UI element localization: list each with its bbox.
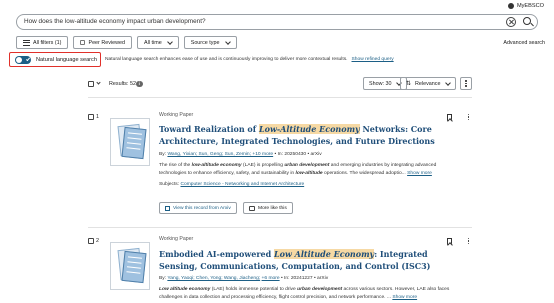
chevron-down-icon [224,38,231,45]
natural-language-label: Natural language search [36,56,97,63]
publication-type: Working Paper [159,112,194,118]
check-icon [25,56,31,61]
myebsco-account[interactable]: MyEBSCO [507,3,544,9]
result-byline: By: Yang, Yaoqi; Chen, Yong; Wang, Jiach… [159,276,329,281]
result-abstract: The rise of the low-altitude economy (LA… [159,163,437,176]
result-checkbox[interactable] [88,114,94,120]
divider [88,97,472,98]
result-thumbnail[interactable] [110,242,150,290]
select-all-checkbox[interactable] [88,81,94,87]
results-toolbar: Results: 52 i Show: 30 ⇅ Relevance [88,77,472,91]
divider [88,227,472,228]
chevron-down-icon[interactable] [96,80,101,85]
natural-language-toggle[interactable] [15,55,31,64]
bookmark-icon[interactable] [447,114,452,121]
info-icon[interactable]: i [136,80,143,87]
view-record-button[interactable]: View this record from Arxiv [159,202,237,214]
myebsco-label: MyEBSCO [516,3,544,9]
search-query-text[interactable]: How does the low-altitude economy impact… [24,18,206,25]
result-thumbnail[interactable] [110,118,150,166]
peer-reviewed-toggle[interactable]: Peer Reviewed [73,36,133,49]
bookmark-icon[interactable] [447,238,452,245]
results-more-options-button[interactable] [460,77,472,90]
result-more-options-icon[interactable] [467,238,469,245]
more-like-this-button[interactable]: More like this [243,202,293,214]
filter-sliders-icon [23,39,30,46]
authors-link[interactable]: Wang, Yixian; Sun, Geng; Sun, Zemin; +10… [167,152,273,157]
publication-type: Working Paper [159,236,194,242]
result-number: 1 [96,113,99,120]
result-item: 2 Working Paper Embodied AI-empowered Lo… [88,236,472,303]
result-subjects: Subjects: Computer Science - Networking … [159,182,305,187]
natural-language-description: Natural language search enhances ease of… [105,57,394,62]
filter-bar: All filters (1) Peer Reviewed All time S… [16,36,237,49]
more-authors-link[interactable]: +6 more [262,276,280,281]
result-title[interactable]: Embodied AI-empowered Low Altitude Econo… [159,248,449,272]
results-count: Results: 52 [109,81,136,87]
more-like-this-icon [249,205,255,211]
result-abstract: Low altitude economy (LAE) holds immense… [159,287,450,300]
chevron-down-icon [166,38,173,45]
result-number: 2 [96,237,99,244]
show-refined-query-link[interactable]: Show refined query [352,57,394,62]
show-more-link[interactable]: Show more [392,295,417,300]
natural-language-toggle-box[interactable]: Natural language search [9,52,101,67]
advanced-search-link[interactable]: Advanced search [503,40,545,46]
result-item: 1 Working Paper Toward Realization of Lo… [88,112,472,222]
peer-reviewed-checkbox[interactable] [80,40,86,45]
show-more-link[interactable]: Show more [407,171,432,176]
result-byline: By: Wang, Yixian; Sun, Geng; Sun, Zemin;… [159,152,322,157]
subject-link[interactable]: Computer Science - Networking and Intern… [180,182,304,187]
all-time-dropdown[interactable]: All time [137,36,179,49]
user-icon [507,3,514,9]
search-input[interactable]: How does the low-altitude economy impact… [16,14,538,30]
clear-search-icon[interactable] [506,17,516,27]
result-checkbox[interactable] [88,238,94,244]
sort-dropdown[interactable]: ⇅ Relevance [400,77,457,90]
all-filters-button[interactable]: All filters (1) [16,36,69,49]
result-more-options-icon[interactable] [467,114,469,121]
authors-link[interactable]: Yang, Yaoqi; Chen, Yong; Wang, Jiacheng; [167,276,260,281]
result-title[interactable]: Toward Realization of Low-Altitude Econo… [159,123,449,147]
sort-icon: ⇅ [406,80,412,87]
external-link-icon [165,205,170,211]
source-type-dropdown[interactable]: Source type [183,36,237,49]
top-bar: MyEBSCO [0,0,554,12]
chevron-down-icon [445,79,452,86]
search-icon[interactable] [523,17,531,25]
